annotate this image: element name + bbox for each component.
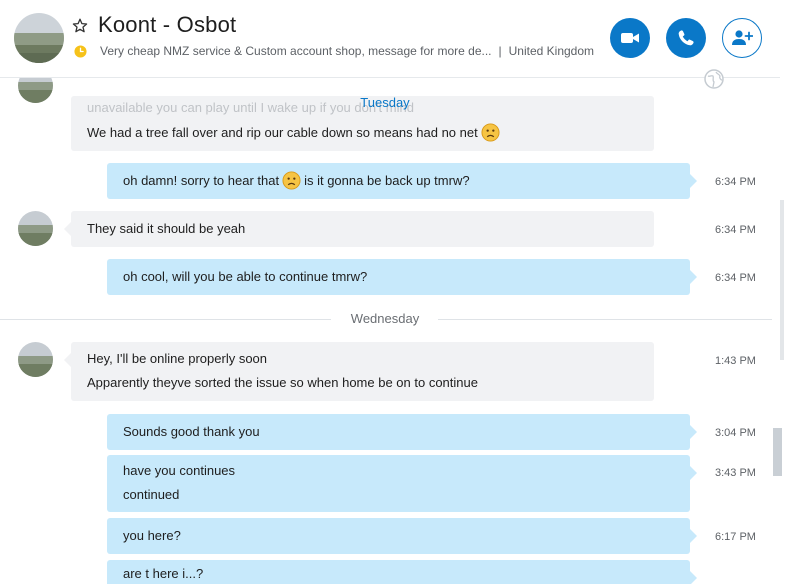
scrollbar-region: [780, 200, 784, 360]
add-participant-button[interactable]: [722, 18, 762, 58]
message-bubble-outgoing[interactable]: Sounds good thank you: [107, 414, 697, 450]
message-text: continued: [123, 487, 180, 502]
message-timestamp: 6:34 PM: [715, 224, 756, 236]
mood-message: Very cheap NMZ service & Custom account …: [100, 44, 492, 58]
scrollbar-thumb[interactable]: [773, 428, 782, 476]
contact-name: Koont - Osbot: [98, 12, 237, 37]
divider-line: [0, 319, 331, 320]
message-bubble-outgoing[interactable]: have you continues continued: [107, 455, 697, 512]
message-text-body: We had a tree fall over and rip our cabl…: [87, 125, 478, 140]
add-person-icon: [732, 30, 753, 45]
phone-icon: [678, 30, 694, 46]
message-text: you here?: [123, 528, 181, 543]
sad-emoji-icon: [282, 171, 301, 190]
sad-emoji-icon: [481, 123, 500, 142]
day-label: Wednesday: [350, 311, 420, 326]
message-timestamp: 3:43 PM: [715, 467, 756, 479]
message-bubble-outgoing[interactable]: are t here i...?: [107, 560, 697, 584]
message-timestamp: 3:04 PM: [715, 427, 756, 439]
avatar[interactable]: [18, 342, 53, 377]
star-icon[interactable]: [72, 14, 88, 40]
contact-status-row: Very cheap NMZ service & Custom account …: [74, 43, 594, 59]
avatar[interactable]: [18, 211, 53, 246]
clock-icon: [74, 44, 87, 58]
message-bubble-incoming[interactable]: Hey, I'll be online properly soon Appare…: [64, 342, 654, 401]
message-timestamp: 6:17 PM: [715, 531, 756, 543]
audio-call-button[interactable]: [666, 18, 706, 58]
day-label: Tuesday: [360, 95, 410, 110]
message-text: have you continues: [123, 463, 236, 478]
day-separator-wednesday: Wednesday: [0, 309, 772, 329]
divider-line: [438, 319, 772, 320]
message-text: oh cool, will you be able to continue tm…: [123, 269, 368, 284]
message-text: Apparently theyve sorted the issue so wh…: [87, 375, 478, 390]
message-timestamp: 6:34 PM: [715, 176, 756, 188]
message-text: We had a tree fall over and rip our cabl…: [87, 121, 638, 145]
message-bubble-outgoing[interactable]: oh damn! sorry to hear that is it gonna b…: [107, 163, 697, 199]
message-timestamp: 1:43 PM: [715, 355, 756, 367]
separator: |: [498, 44, 502, 58]
message-text: Hey, I'll be online properly soon: [87, 351, 268, 366]
chat-header: Koont - Osbot Very cheap NMZ service & C…: [0, 0, 785, 78]
message-text: is it gonna be back up tmrw?: [304, 173, 470, 188]
message-text: Sounds good thank you: [123, 424, 260, 439]
message-text: They said it should be yeah: [87, 221, 246, 236]
message-bubble-outgoing[interactable]: you here?: [107, 518, 697, 554]
contact-avatar[interactable]: [14, 13, 64, 63]
message-bubble-incoming[interactable]: They said it should be yeah: [64, 211, 654, 247]
message-bubble-outgoing[interactable]: oh cool, will you be able to continue tm…: [107, 259, 697, 295]
location: United Kingdom: [508, 44, 595, 58]
globe-icon[interactable]: [703, 68, 725, 90]
video-call-icon: [621, 33, 639, 43]
video-call-button[interactable]: [610, 18, 650, 58]
message-text-partial: are t here i...?: [123, 566, 204, 581]
message-text: oh damn! sorry to hear that: [123, 173, 280, 188]
message-timestamp: 6:34 PM: [715, 272, 756, 284]
day-separator-tuesday: Tuesday: [0, 93, 772, 113]
